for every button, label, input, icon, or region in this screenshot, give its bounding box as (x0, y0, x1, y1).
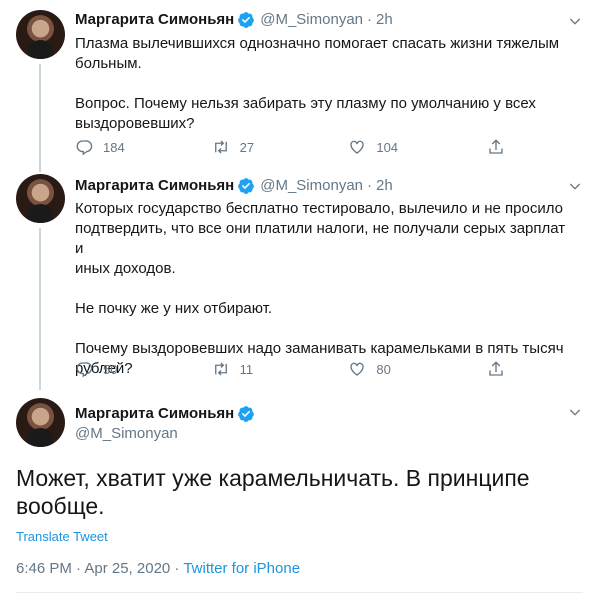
chevron-down-icon[interactable] (567, 13, 583, 29)
tweet-time[interactable]: 2h (376, 176, 393, 196)
reply-icon (76, 362, 93, 378)
like-count: 80 (376, 361, 391, 377)
share-icon (489, 139, 503, 154)
separator-dot: · (367, 177, 373, 194)
author-handle[interactable]: @M_Simonyan (260, 176, 363, 196)
main-tweet-text: Может, хватит уже карамельничать. В прин… (16, 465, 530, 519)
tweet-actions: 50 11 80 (75, 359, 515, 379)
retweet-count: 11 (239, 361, 254, 377)
source-link[interactable]: Twitter for iPhone (183, 560, 300, 577)
verified-icon (238, 12, 255, 28)
like-count: 104 (376, 139, 399, 155)
reply-button[interactable]: 50 (75, 360, 212, 378)
tweet-actions: 184 27 104 (75, 137, 515, 157)
avatar[interactable] (16, 174, 65, 223)
heart-icon (350, 362, 365, 376)
share-button[interactable] (487, 138, 515, 156)
author-name[interactable]: Маргарита Симоньян (75, 10, 234, 30)
author-name[interactable]: Маргарита Симоньян (75, 176, 234, 196)
tweet-time[interactable]: 2h (376, 10, 393, 30)
like-button[interactable]: 104 (348, 138, 485, 156)
heart-icon (350, 140, 365, 154)
retweet-icon (214, 362, 227, 376)
verified-icon (238, 406, 255, 422)
avatar[interactable] (16, 398, 65, 447)
like-button[interactable]: 80 (348, 360, 485, 378)
verified-icon (238, 178, 255, 194)
main-tweet-header: Маргарита Симоньян @M_Simonyan (75, 404, 255, 444)
separator-dot: · (367, 11, 373, 28)
tweet-2[interactable]: Маргарита Симоньян @M_Simonyan · 2h Кото… (0, 170, 599, 394)
retweet-icon (214, 140, 227, 154)
reply-button[interactable]: 184 (75, 138, 212, 156)
avatar[interactable] (16, 10, 65, 59)
author-handle[interactable]: @M_Simonyan (260, 10, 363, 30)
tweet-text: Плазма вылечившихся однозначно помогает … (75, 35, 560, 132)
author-name-row: Маргарита Симоньян (75, 404, 255, 424)
thread-line (39, 228, 41, 390)
reply-icon (76, 140, 93, 156)
tweet-1[interactable]: Маргарита Симоньян @M_Simonyan · 2h Плаз… (0, 0, 599, 172)
divider (16, 592, 583, 593)
tweet-text: Которых государство бесплатно тестировал… (75, 200, 566, 377)
retweet-count: 27 (239, 139, 255, 155)
retweet-button[interactable]: 27 (212, 138, 349, 156)
reply-count: 184 (103, 139, 125, 155)
timestamp[interactable]: 6:46 PM · Apr 25, 2020 · (16, 560, 183, 577)
share-icon (489, 361, 503, 376)
author-handle[interactable]: @M_Simonyan (75, 424, 255, 444)
reply-count: 50 (103, 361, 118, 377)
tweet-meta: 6:46 PM · Apr 25, 2020 · Twitter for iPh… (16, 560, 300, 577)
chevron-down-icon[interactable] (567, 404, 583, 420)
retweet-button[interactable]: 11 (212, 360, 349, 378)
translate-tweet-link[interactable]: Translate Tweet (16, 529, 108, 544)
chevron-down-icon[interactable] (567, 178, 583, 194)
thread-line (39, 64, 41, 172)
author-name[interactable]: Маргарита Симоньян (75, 404, 234, 424)
share-button[interactable] (487, 360, 515, 378)
tweet-header: Маргарита Симоньян @M_Simonyan · 2h (75, 10, 393, 30)
tweet-header: Маргарита Симоньян @M_Simonyan · 2h (75, 176, 393, 196)
